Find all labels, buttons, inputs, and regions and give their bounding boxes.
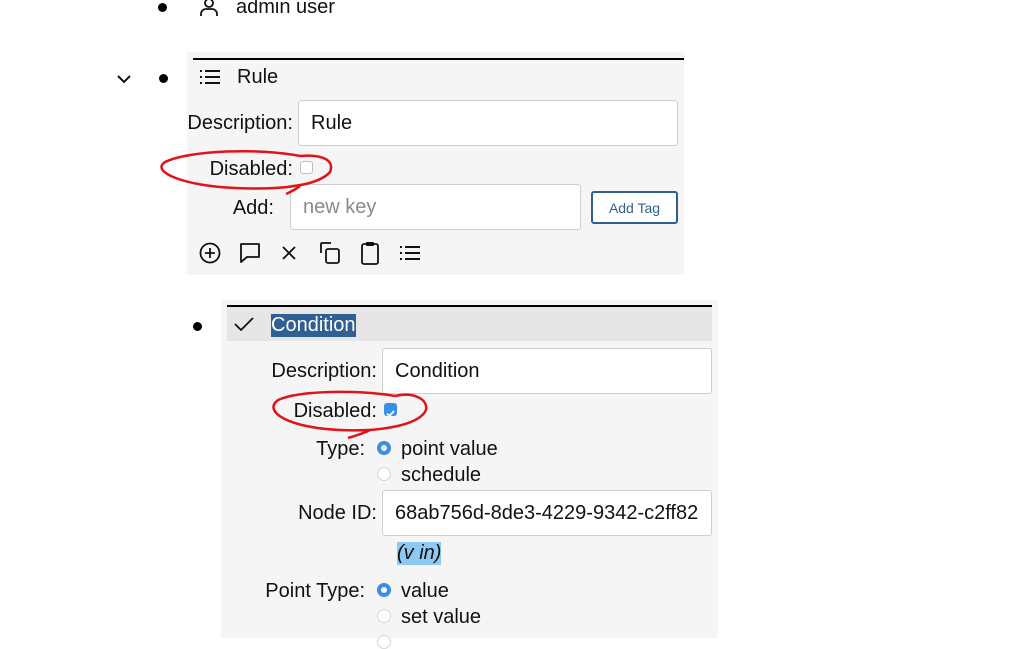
condition-description-label: Description:: [271, 360, 377, 382]
node-id-label: Node ID:: [298, 502, 377, 524]
user-icon: [198, 0, 220, 18]
tree-bullet: [158, 3, 167, 12]
rule-header-divider: [193, 58, 684, 60]
list-icon[interactable]: [399, 244, 421, 262]
tree-bullet: [159, 74, 168, 83]
rule-panel: Rule Description: Disabled: Add: Add Tag: [187, 52, 684, 275]
list-icon[interactable]: [199, 68, 221, 86]
type-option-label[interactable]: point value: [401, 438, 498, 461]
rule-title: Rule: [237, 66, 279, 88]
point-type-radio-set-value[interactable]: [377, 609, 391, 623]
condition-disabled-checkbox[interactable]: [384, 403, 397, 418]
condition-description-input[interactable]: [382, 348, 712, 394]
copy-icon[interactable]: [319, 241, 341, 265]
add-circle-icon[interactable]: [199, 242, 221, 264]
rule-disabled-label: Disabled:: [209, 158, 293, 180]
point-type-option-label[interactable]: set value: [401, 606, 481, 629]
user-label[interactable]: admin user: [236, 0, 335, 19]
node-hint: (v in): [397, 542, 442, 565]
point-type-radio-value[interactable]: [377, 583, 391, 597]
condition-panel: Condition Description: Disabled: Type: p…: [221, 300, 718, 649]
rule-description-label: Description:: [187, 112, 293, 134]
type-radio-point-value[interactable]: [377, 441, 391, 455]
type-radio-schedule[interactable]: [377, 467, 391, 481]
add-tag-button[interactable]: Add Tag: [591, 191, 678, 224]
check-icon[interactable]: [233, 315, 255, 333]
paste-icon[interactable]: [360, 240, 380, 266]
comment-icon[interactable]: [239, 242, 261, 264]
rule-description-input[interactable]: [298, 100, 678, 146]
type-option-label[interactable]: schedule: [401, 464, 481, 487]
node-id-input[interactable]: [382, 490, 712, 536]
type-label: Type:: [316, 438, 365, 460]
delete-icon[interactable]: [280, 244, 298, 262]
point-type-radio-more[interactable]: [377, 635, 391, 649]
chevron-down-icon[interactable]: [116, 72, 132, 86]
new-tag-key-input[interactable]: [290, 184, 581, 230]
rule-add-label: Add:: [232, 197, 274, 219]
condition-title: Condition: [271, 314, 356, 337]
point-type-label: Point Type:: [265, 580, 365, 602]
rule-disabled-checkbox[interactable]: [300, 161, 313, 174]
condition-disabled-label: Disabled:: [293, 400, 377, 422]
point-type-option-label[interactable]: value: [401, 580, 449, 603]
tree-bullet: [193, 322, 202, 331]
